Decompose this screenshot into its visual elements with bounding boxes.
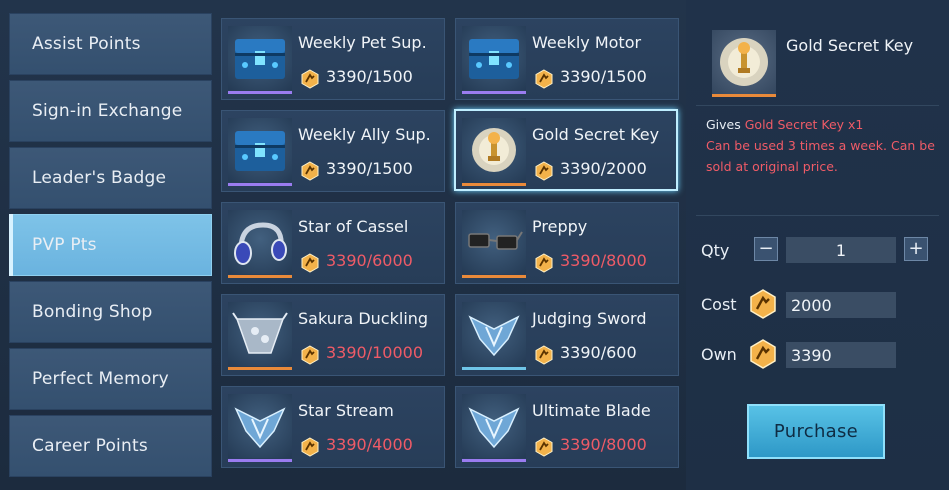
item-price: 3390/1500	[560, 67, 647, 86]
cost-value-field: 2000	[786, 292, 896, 318]
blue-chest-icon	[462, 26, 526, 94]
qty-plus-button[interactable]: +	[904, 237, 928, 261]
sidebar-item-label: Career Points	[32, 436, 148, 456]
shop-item-card[interactable]: Ultimate Blade 3390/8000	[455, 386, 679, 468]
item-name: Preppy	[532, 217, 588, 236]
item-name: Star of Cassel	[298, 217, 409, 236]
shop-window: Assist Points Sign-in Exchange Leader's …	[0, 0, 949, 490]
qty-minus-button[interactable]: −	[754, 237, 778, 261]
bandana-icon	[228, 302, 292, 370]
pvp-coin-icon	[535, 161, 553, 181]
item-price: 3390/8000	[560, 435, 647, 454]
pvp-coin-icon	[301, 437, 319, 457]
pvp-coin-icon	[535, 69, 553, 89]
sidebar-item-label: PVP Pts	[32, 235, 97, 255]
cost-label: Cost	[701, 295, 737, 314]
item-price: 3390/4000	[326, 435, 413, 454]
pvp-coin-icon	[750, 289, 776, 319]
cost-value: 2000	[791, 295, 832, 315]
sidebar-item-label: Assist Points	[32, 34, 141, 54]
sidebar-item-pvp-pts[interactable]: PVP Pts	[9, 214, 212, 276]
item-price: 3390/6000	[326, 251, 413, 270]
pvp-coin-icon	[750, 339, 776, 369]
blue-chest-icon	[228, 118, 292, 186]
item-name: Weekly Ally Sup.	[298, 125, 431, 144]
sidebar-item-sign-in-exchange[interactable]: Sign-in Exchange	[9, 80, 212, 142]
sidebar-item-label: Leader's Badge	[32, 168, 167, 188]
emblem-icon	[462, 302, 526, 370]
item-name: Weekly Motor	[532, 33, 642, 52]
shop-category-sidebar: Assist Points Sign-in Exchange Leader's …	[0, 0, 218, 490]
pvp-coin-icon	[535, 437, 553, 457]
pvp-coin-icon	[535, 253, 553, 273]
item-name: Judging Sword	[532, 309, 647, 328]
own-label: Own	[701, 345, 737, 364]
sidebar-item-career-points[interactable]: Career Points	[9, 415, 212, 477]
emblem-icon	[228, 394, 292, 462]
shop-item-card[interactable]: Preppy 3390/8000	[455, 202, 679, 284]
shop-item-card-selected[interactable]: Gold Secret Key 3390/2000	[454, 109, 678, 191]
item-name: Ultimate Blade	[532, 401, 651, 420]
purchase-label: Purchase	[773, 421, 859, 442]
qty-label: Qty	[701, 241, 730, 260]
item-name: Star Stream	[298, 401, 394, 420]
own-value: 3390	[791, 345, 832, 365]
item-price: 3390/2000	[560, 159, 647, 178]
pvp-coin-icon	[535, 345, 553, 365]
sidebar-item-label: Sign-in Exchange	[32, 101, 183, 121]
pvp-coin-icon	[301, 69, 319, 89]
shop-item-card[interactable]: Judging Sword 3390/600	[455, 294, 679, 376]
shop-item-card[interactable]: Weekly Pet Sup. 3390/1500	[221, 18, 445, 100]
pvp-coin-icon	[301, 161, 319, 181]
item-description: Gives Gold Secret Key x1 Can be used 3 t…	[706, 114, 941, 177]
qty-input[interactable]: 1	[786, 237, 896, 263]
emblem-icon	[462, 394, 526, 462]
divider	[696, 105, 939, 106]
sidebar-item-assist-points[interactable]: Assist Points	[9, 13, 212, 75]
sidebar-item-bonding-shop[interactable]: Bonding Shop	[9, 281, 212, 343]
blue-chest-icon	[228, 26, 292, 94]
item-note: Can be used 3 times a week. Can be sold …	[706, 138, 935, 174]
item-price: 3390/8000	[560, 251, 647, 270]
minus-icon: −	[758, 238, 774, 259]
item-price: 3390/1500	[326, 67, 413, 86]
sidebar-item-label: Bonding Shop	[32, 302, 153, 322]
divider	[696, 215, 939, 216]
purchase-button[interactable]: Purchase	[747, 404, 885, 459]
sidebar-item-leaders-badge[interactable]: Leader's Badge	[9, 147, 212, 209]
pvp-coin-icon	[301, 345, 319, 365]
item-detail-panel: Gold Secret Key Gives Gold Secret Key x1…	[686, 0, 949, 490]
gold-key-icon	[712, 30, 776, 97]
gold-key-icon	[462, 118, 526, 186]
item-price: 3390/10000	[326, 343, 424, 362]
item-name: Sakura Duckling	[298, 309, 429, 328]
plus-icon: +	[908, 238, 924, 259]
shop-item-grid: Weekly Pet Sup. 3390/1500 Weekly Motor 3…	[218, 0, 686, 490]
shop-item-card[interactable]: Sakura Duckling 3390/10000	[221, 294, 445, 376]
shop-item-card[interactable]: Star Stream 3390/4000	[221, 386, 445, 468]
gives-label: Gives	[706, 117, 741, 132]
item-name: Weekly Pet Sup.	[298, 33, 427, 52]
sidebar-item-perfect-memory[interactable]: Perfect Memory	[9, 348, 212, 410]
gives-item: Gold Secret Key x1	[744, 117, 864, 132]
item-price: 3390/1500	[326, 159, 413, 178]
qty-value: 1	[835, 240, 847, 260]
item-price: 3390/600	[560, 343, 637, 362]
headphones-icon	[228, 210, 292, 278]
shop-item-card[interactable]: Star of Cassel 3390/6000	[221, 202, 445, 284]
sidebar-item-label: Perfect Memory	[32, 369, 169, 389]
shop-item-card[interactable]: Weekly Motor 3390/1500	[455, 18, 679, 100]
glasses-icon	[462, 210, 526, 278]
item-name: Gold Secret Key	[532, 125, 660, 144]
pvp-coin-icon	[301, 253, 319, 273]
shop-item-card[interactable]: Weekly Ally Sup. 3390/1500	[221, 110, 445, 192]
detail-title: Gold Secret Key	[786, 36, 914, 55]
own-value-field: 3390	[786, 342, 896, 368]
